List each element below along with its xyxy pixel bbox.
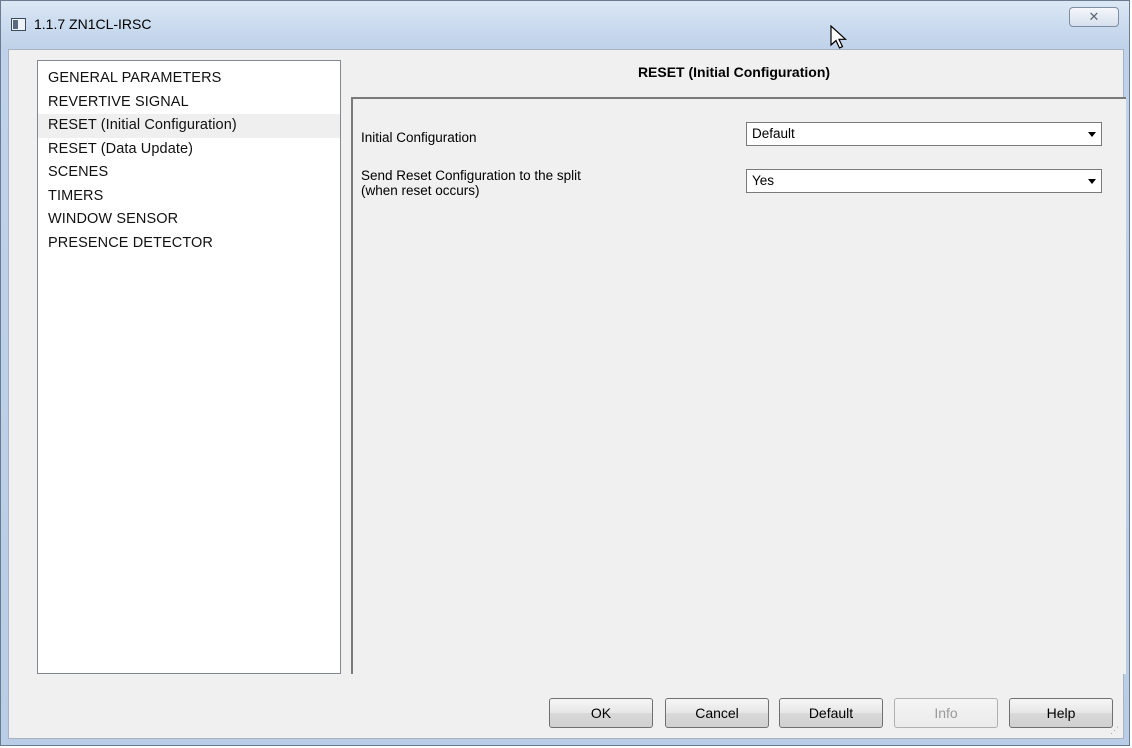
window-title: 1.1.7 ZN1CL-IRSC [34,16,152,32]
close-icon: ✕ [1088,9,1100,24]
mouse-cursor-icon [830,25,848,49]
nav-item-presence-detector[interactable]: PRESENCE DETECTOR [38,232,340,256]
title-bar[interactable]: 1.1.7 ZN1CL-IRSC ✕ [1,1,1129,41]
nav-item-revertive-signal[interactable]: REVERTIVE SIGNAL [38,91,340,115]
chevron-down-icon[interactable] [1088,179,1096,184]
initial-configuration-select[interactable]: Default [746,122,1102,146]
resize-grip-icon[interactable]: ⋰ [1110,725,1120,735]
param-label-initial-configuration: Initial Configuration [361,130,477,145]
select-value: Default [752,126,795,141]
window-app-icon [11,18,26,31]
nav-item-reset-data-update[interactable]: RESET (Data Update) [38,138,340,162]
chevron-down-icon[interactable] [1088,132,1096,137]
nav-item-reset-initial-configuration[interactable]: RESET (Initial Configuration) [38,114,340,138]
default-button[interactable]: Default [779,698,883,728]
nav-item-general-parameters[interactable]: GENERAL PARAMETERS [38,67,340,91]
param-label-line: Send Reset Configuration to the split [361,168,581,183]
cancel-button[interactable]: Cancel [665,698,769,728]
param-label-line: (when reset occurs) [361,183,480,198]
dialog-body: GENERAL PARAMETERS REVERTIVE SIGNAL RESE… [8,49,1126,739]
nav-item-scenes[interactable]: SCENES [38,161,340,185]
param-label-line: Initial Configuration [361,130,477,145]
nav-item-timers[interactable]: TIMERS [38,185,340,209]
send-reset-configuration-select[interactable]: Yes [746,169,1102,193]
page-title: RESET (Initial Configuration) [637,64,831,80]
select-value: Yes [752,173,775,188]
close-button[interactable]: ✕ [1069,7,1119,27]
nav-item-window-sensor[interactable]: WINDOW SENSOR [38,208,340,232]
param-label-send-reset-configuration: Send Reset Configuration to the split (w… [361,168,581,198]
ok-button[interactable]: OK [549,698,653,728]
parameter-panel: Initial Configuration Default Send Reset… [351,97,1126,674]
parameter-category-list[interactable]: GENERAL PARAMETERS REVERTIVE SIGNAL RESE… [37,60,341,674]
dialog-window: 1.1.7 ZN1CL-IRSC ✕ GENERAL PARAMETERS RE… [0,0,1130,746]
help-button[interactable]: Help [1009,698,1113,728]
info-button: Info [894,698,998,728]
